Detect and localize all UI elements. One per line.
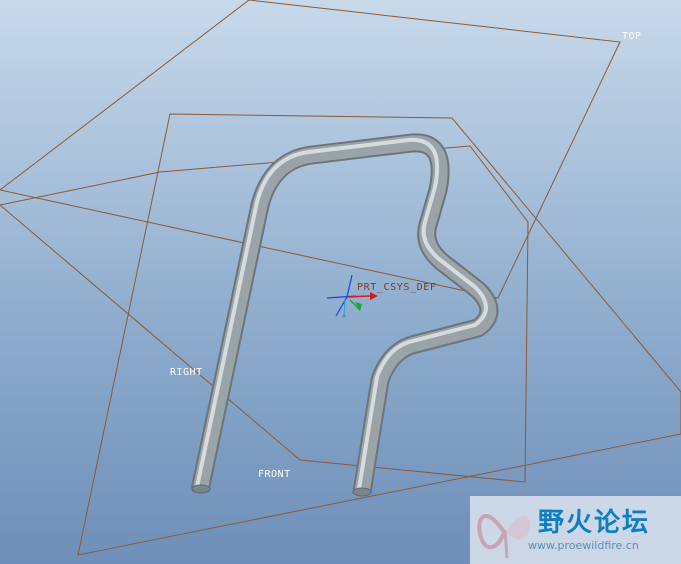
- watermark-url: www.proewildfire.cn: [528, 539, 639, 552]
- model-viewport[interactable]: TOP FRONT RIGHT PRT_CSYS_DEF: [0, 0, 681, 564]
- watermark-title: 野火论坛: [538, 508, 651, 538]
- datum-label-right[interactable]: RIGHT: [170, 367, 203, 378]
- datum-plane-front[interactable]: FRONT: [77, 113, 681, 556]
- csys-triad[interactable]: PRT_CSYS_DEF: [326, 274, 436, 318]
- pipe-end-cap-left: [191, 484, 211, 494]
- csys-label[interactable]: PRT_CSYS_DEF: [357, 282, 436, 293]
- forum-watermark: 野火论坛 www.proewildfire.cn: [470, 496, 681, 564]
- csys-x-axis: [346, 295, 371, 298]
- datum-label-front[interactable]: FRONT: [258, 469, 291, 480]
- csys-z-axis-neg: [335, 296, 348, 317]
- pipe-end-cap-right: [352, 487, 372, 497]
- csys-z-axis: [346, 274, 353, 298]
- butterfly-logo-icon: [477, 514, 531, 559]
- datum-label-top[interactable]: TOP: [622, 31, 642, 42]
- pipe-part[interactable]: [190, 133, 499, 497]
- csys-x-arrow: [370, 292, 378, 300]
- csys-origin-dot: [342, 314, 346, 318]
